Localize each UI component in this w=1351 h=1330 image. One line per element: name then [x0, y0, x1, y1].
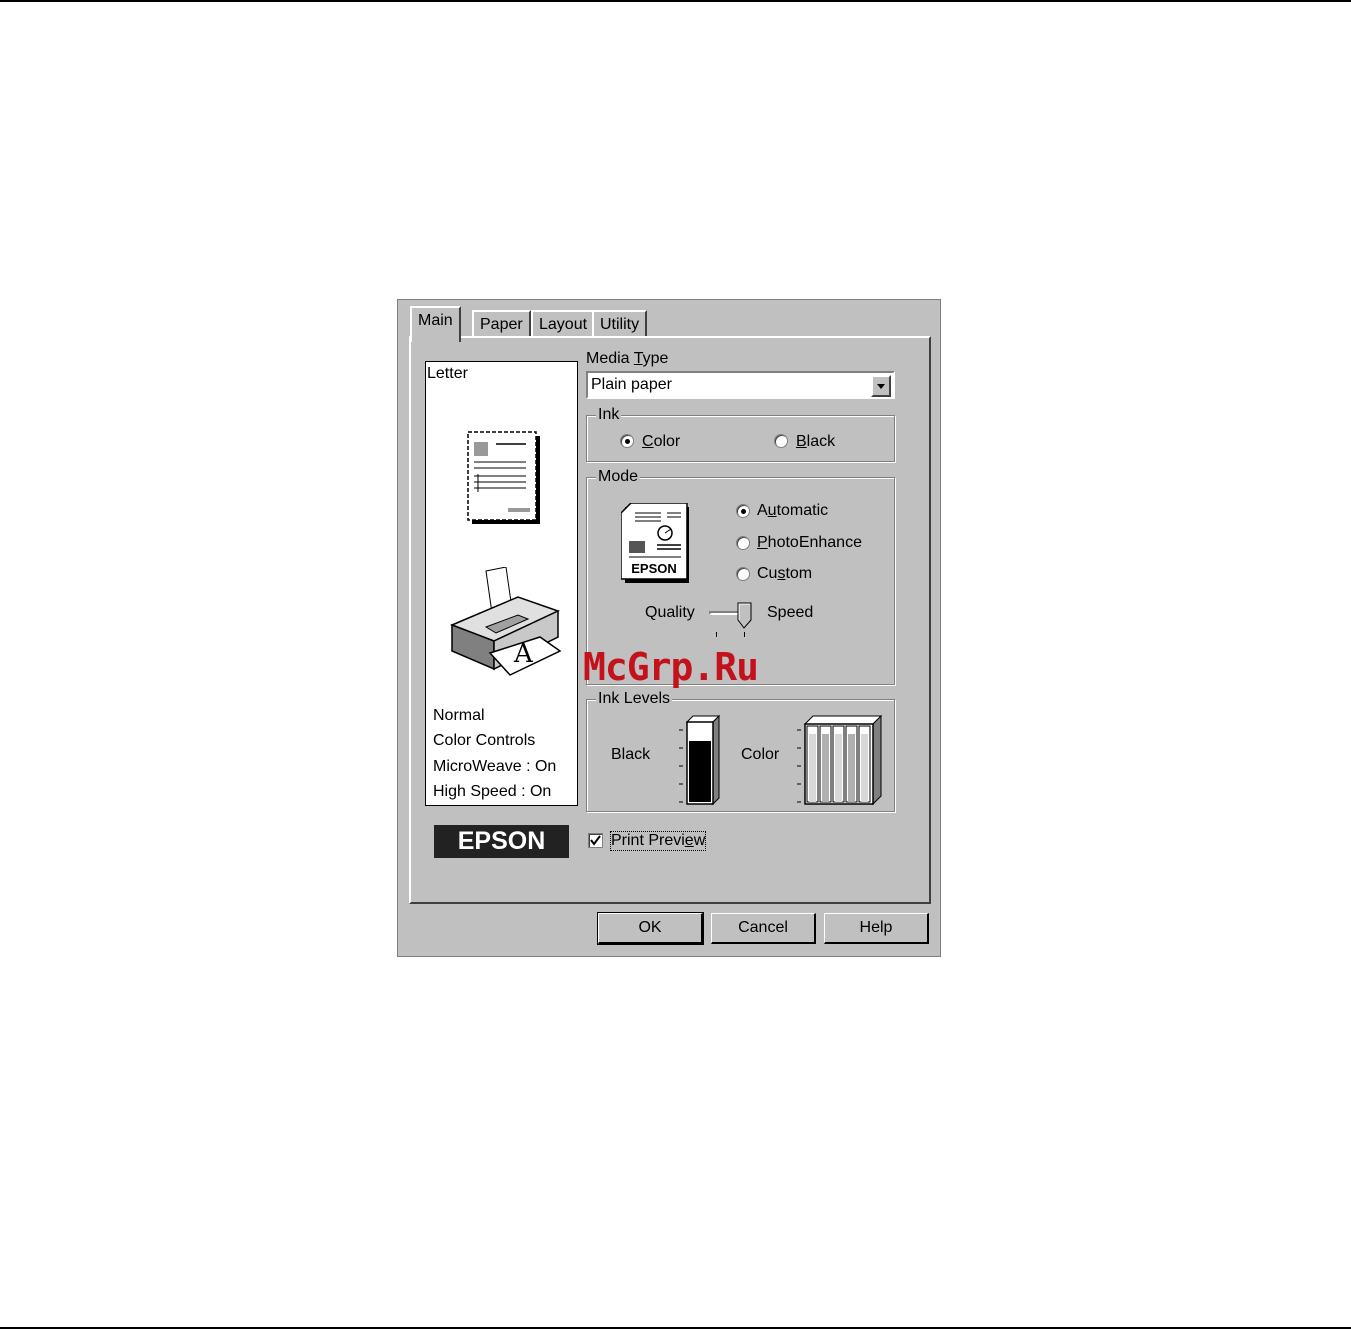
slider-thumb-shape	[737, 602, 752, 629]
ink-group-label: Ink	[596, 405, 622, 425]
slider-quality-label: Quality	[645, 604, 695, 621]
tab-utility-label: Utility	[600, 316, 640, 333]
ink-levels-group: Ink Levels Black Color	[586, 689, 895, 812]
mode-automatic-label[interactable]: Automatic	[757, 502, 828, 520]
tab-paper-label: Paper	[480, 316, 523, 333]
color-ink-fill-4	[848, 734, 855, 802]
ink-black-radio[interactable]	[774, 434, 788, 448]
setting-line-2: Color Controls	[433, 732, 536, 749]
color-ink-fill-2	[822, 734, 829, 802]
media-type-value: Plain paper	[591, 376, 672, 393]
black-ink-cartridge	[679, 714, 721, 806]
media-type-select[interactable]: Plain paper	[586, 371, 895, 399]
mode-photoenhance-label[interactable]: PhotoEnhance	[757, 534, 862, 552]
ok-button[interactable]: OK	[597, 912, 704, 945]
ink-color-radio[interactable]	[620, 434, 634, 448]
mode-photoenhance-radio[interactable]	[736, 536, 750, 550]
print-preview-checkbox[interactable]	[588, 833, 603, 848]
color-ink-cartridge	[797, 714, 883, 806]
slider-speed-label: Speed	[767, 604, 814, 621]
tab-main[interactable]: Main	[410, 306, 461, 342]
slider-tick-1	[716, 632, 717, 637]
top-rule	[0, 0, 1351, 2]
black-ink-fill	[689, 741, 711, 802]
paper-size-label: Letter	[427, 365, 468, 382]
chevron-down-icon	[877, 384, 885, 389]
bottom-rule	[0, 1327, 1351, 1329]
dropdown-button[interactable]	[871, 375, 891, 397]
preview-box: Letter A Normal Color Controls MicroWeav	[425, 361, 578, 806]
ink-level-black-label: Black	[611, 746, 651, 763]
printer-icon: A	[449, 567, 562, 676]
automatic-mode-document-icon: EPSON	[621, 503, 689, 583]
mode-group-label: Mode	[596, 467, 641, 487]
color-ink-fill-1	[809, 734, 816, 802]
setting-line-3: MicroWeave : On	[433, 758, 557, 775]
mode-icon-brand-text: EPSON	[631, 561, 677, 576]
watermark-text: McGrp.Ru	[583, 645, 759, 689]
color-ink-fill-5	[861, 734, 868, 802]
mode-custom-label[interactable]: Custom	[757, 565, 812, 583]
slider-tick-2	[744, 632, 745, 637]
help-button[interactable]: Help	[824, 913, 929, 944]
mode-custom-radio[interactable]	[736, 567, 750, 581]
tab-layout-label: Layout	[539, 316, 588, 333]
tab-main-label: Main	[418, 312, 453, 329]
print-preview-label[interactable]: Print Preview	[609, 831, 707, 851]
mode-automatic-radio[interactable]	[736, 504, 750, 518]
ink-black-label[interactable]: Black	[796, 433, 835, 451]
ink-group: Ink Color Black	[586, 405, 895, 462]
media-type-label: Media Type	[586, 350, 669, 367]
ink-level-color-label: Color	[741, 746, 780, 763]
setting-line-1: Normal	[433, 707, 485, 724]
printer-properties-dialog: Main Paper Layout Utility Letter A Norma…	[397, 299, 941, 957]
printer-letter-glyph: A	[513, 639, 534, 669]
check-icon	[590, 835, 601, 846]
color-ink-fill-3	[835, 734, 842, 802]
page-layout-icon	[467, 431, 540, 524]
cancel-button[interactable]: Cancel	[711, 913, 816, 944]
quality-speed-slider-thumb[interactable]	[737, 602, 753, 635]
ink-color-label[interactable]: Color	[642, 433, 680, 451]
epson-logo: EPSON	[434, 825, 569, 858]
setting-line-4: High Speed : On	[433, 783, 552, 800]
ink-levels-label: Ink Levels	[596, 689, 673, 709]
